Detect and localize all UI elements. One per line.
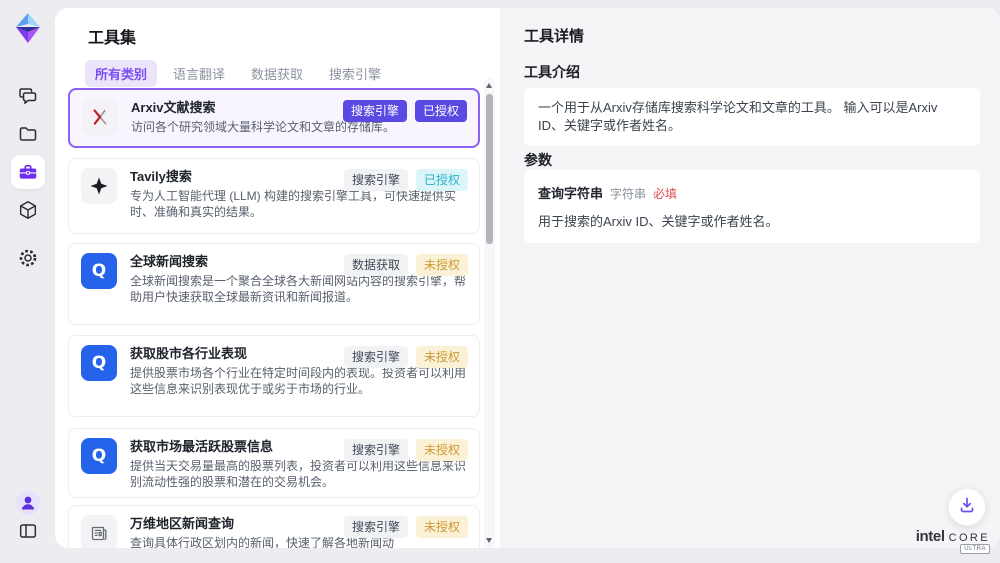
auth-status-badge: 已授权 [415, 100, 467, 122]
gear-icon [17, 247, 39, 269]
panel-toggle-icon [17, 520, 39, 542]
category-badge: 搜索引擎 [344, 516, 408, 538]
list-scrollbar[interactable] [484, 78, 495, 548]
tool-card-active-stocks[interactable]: Q 获取市场最活跃股票信息 提供当天交易量最高的股票列表，投资者可以利用这些信息… [68, 428, 480, 498]
auth-status-badge: 未授权 [416, 439, 468, 461]
download-button[interactable] [948, 488, 986, 526]
newspaper-icon [81, 515, 117, 548]
download-icon [957, 495, 977, 520]
page-title: 工具集 [88, 24, 136, 48]
param-card: 查询字符串 字符串 必填 用于搜索的Arxiv ID、关键字或作者姓名。 [524, 170, 980, 243]
tool-card-list: Arxiv文献搜索 访问各个研究领域大量科学论文和文章的存储库。 搜索引擎 已授… [68, 88, 480, 548]
star-icon [81, 168, 117, 204]
tab-translation[interactable]: 语言翻译 [163, 60, 235, 87]
category-badge: 数据获取 [344, 254, 408, 276]
chat-icon [17, 85, 39, 107]
tool-card-arxiv[interactable]: Arxiv文献搜索 访问各个研究领域大量科学论文和文章的存储库。 搜索引擎 已授… [68, 88, 480, 148]
intro-text-box: 一个用于从Arxiv存储库搜索科学论文和文章的工具。 输入可以是Arxiv ID… [524, 88, 980, 146]
param-type: 字符串 [610, 185, 646, 202]
auth-status-badge: 已授权 [416, 169, 468, 191]
app-logo-icon [13, 12, 43, 44]
param-desc: 用于搜索的Arxiv ID、关键字或作者姓名。 [538, 211, 966, 230]
user-avatar-icon [15, 490, 41, 516]
tool-card-sector-performance[interactable]: Q 获取股市各行业表现 提供股票市场各个行业在特定时间段内的表现。投资者可以利用… [68, 335, 480, 417]
folder-icon [17, 123, 39, 145]
auth-status-badge: 未授权 [416, 346, 468, 368]
param-name: 查询字符串 [538, 183, 603, 202]
intro-text: 一个用于从Arxiv存储库搜索科学论文和文章的工具。 输入可以是Arxiv ID… [538, 100, 937, 133]
scroll-up-arrow-icon[interactable] [486, 83, 492, 88]
intro-heading: 工具介绍 [524, 62, 580, 82]
tab-all-categories[interactable]: 所有类别 [85, 60, 157, 87]
intel-brand-text: intel [916, 528, 945, 545]
scroll-down-arrow-icon[interactable] [486, 538, 492, 543]
toolbox-icon [17, 161, 39, 183]
detail-title: 工具详情 [524, 25, 584, 46]
scrollbar-thumb[interactable] [486, 94, 493, 244]
nav-settings-button[interactable] [11, 241, 45, 275]
param-required-badge: 必填 [653, 185, 677, 202]
tool-desc: 全球新闻搜索是一个聚合全球各大新闻网站内容的搜索引擎，帮助用户快速获取全球最新资… [130, 273, 467, 305]
q-stock-icon: Q [81, 438, 117, 474]
nav-models-button[interactable] [11, 193, 45, 227]
ultra-brand-badge: ultra [960, 544, 990, 554]
tool-card-global-news[interactable]: Q 全球新闻搜索 全球新闻搜索是一个聚合全球各大新闻网站内容的搜索引擎，帮助用户… [68, 243, 480, 325]
category-badge: 搜索引擎 [344, 169, 408, 191]
core-brand-text: core [949, 532, 990, 544]
arxiv-icon [82, 99, 118, 135]
q-stock-icon: Q [81, 345, 117, 381]
tool-card-regional-news[interactable]: 万维地区新闻查询 查询具体行政区划内的新闻，快速了解各地新闻动 搜索引擎 未授权 [68, 505, 480, 548]
auth-status-badge: 未授权 [416, 254, 468, 276]
left-rail [0, 0, 55, 563]
category-badge: 搜索引擎 [344, 439, 408, 461]
tool-desc: 提供当天交易量最高的股票列表，投资者可以利用这些信息来识别流动性强的股票和潜在的… [130, 458, 467, 490]
tool-detail-panel: 工具详情 工具介绍 一个用于从Arxiv存储库搜索科学论文和文章的工具。 输入可… [500, 8, 1000, 548]
category-tabs: 所有类别 语言翻译 数据获取 搜索引擎 [85, 60, 391, 87]
tab-search-engine[interactable]: 搜索引擎 [319, 60, 391, 87]
auth-status-badge: 未授权 [416, 516, 468, 538]
category-badge: 搜索引擎 [344, 346, 408, 368]
app-stage: 工具集 所有类别 语言翻译 数据获取 搜索引擎 [0, 0, 1000, 563]
main-window: 工具集 所有类别 语言翻译 数据获取 搜索引擎 [55, 8, 1000, 548]
q-news-icon: Q [81, 253, 117, 289]
panel-toggle-button[interactable] [11, 514, 45, 548]
tool-list-panel: 工具集 所有类别 语言翻译 数据获取 搜索引擎 [55, 8, 500, 548]
nav-chat-button[interactable] [11, 79, 45, 113]
cube-icon [17, 199, 39, 221]
tool-desc: 专为人工智能代理 (LLM) 构建的搜索引擎工具，可快速提供实时、准确和真实的结… [130, 188, 467, 220]
category-badge: 搜索引擎 [343, 100, 407, 122]
params-heading: 参数 [524, 150, 552, 170]
nav-files-button[interactable] [11, 117, 45, 151]
tab-data-fetch[interactable]: 数据获取 [241, 60, 313, 87]
intel-core-ultra-logo: intel core ultra [916, 528, 990, 554]
nav-toolbox-button[interactable] [11, 155, 45, 189]
tool-desc: 提供股票市场各个行业在特定时间段内的表现。投资者可以利用这些信息来识别表现优于或… [130, 365, 467, 397]
tool-card-tavily[interactable]: Tavily搜索 专为人工智能代理 (LLM) 构建的搜索引擎工具，可快速提供实… [68, 158, 480, 234]
